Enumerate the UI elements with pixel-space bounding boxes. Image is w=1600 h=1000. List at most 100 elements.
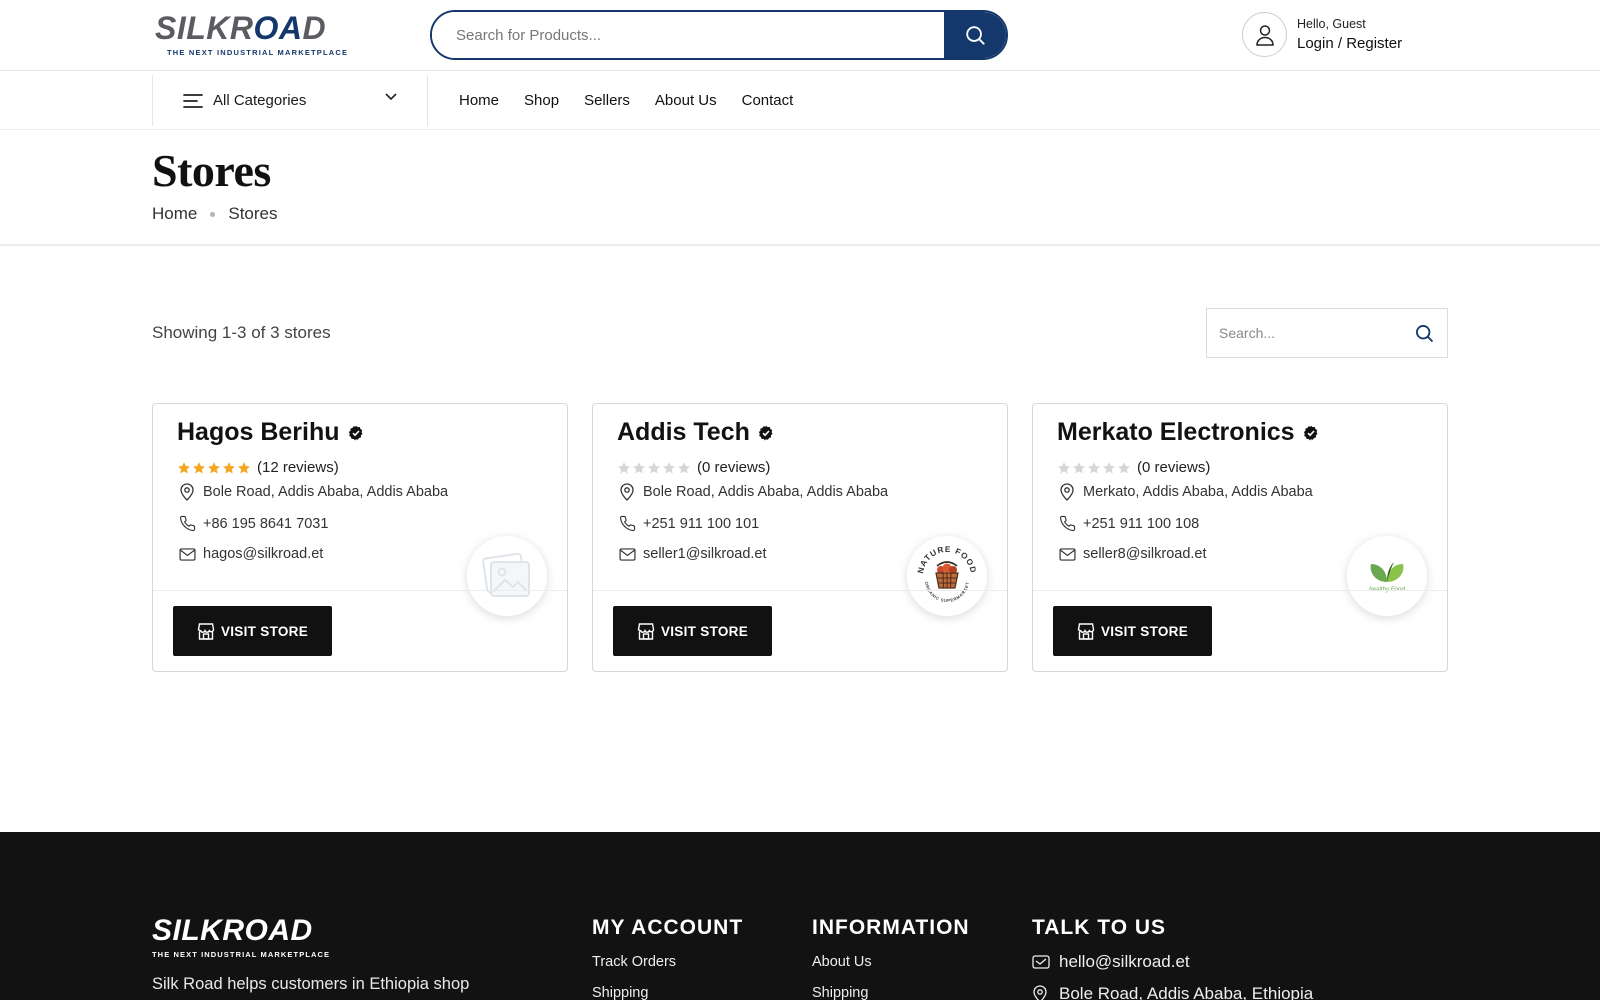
- product-search-button[interactable]: [944, 12, 1006, 58]
- star-filled-icon: [223, 461, 235, 473]
- store-email[interactable]: seller8@silkroad.et: [1083, 546, 1207, 562]
- store-phone-row: +86 195 8641 7031: [177, 515, 328, 532]
- breadcrumb: Home Stores: [152, 204, 278, 224]
- search-icon: [1416, 325, 1433, 342]
- store-rating: (0 reviews): [617, 459, 770, 476]
- all-categories-label: All Categories: [213, 92, 307, 109]
- star-empty-icon: [648, 461, 660, 473]
- phone-icon: [1059, 515, 1075, 532]
- footer-link-shipping-info[interactable]: Shipping: [812, 985, 970, 1000]
- star-filled-icon: [178, 461, 190, 473]
- site-logo[interactable]: SILKROAD THE NEXT INDUSTRIAL MARKETPLACE: [155, 12, 355, 58]
- healthy-food-logo-icon: healthy Food: [1369, 562, 1405, 593]
- product-search-bar: [430, 10, 1008, 60]
- footer-logo[interactable]: SILKROAD THE NEXT INDUSTRIAL MARKETPLACE: [152, 916, 331, 960]
- footer-talk-to-us: TALK TO US hello@silkroad.et Bole Road, …: [1032, 916, 1313, 1000]
- visit-store-label: VISIT STORE: [660, 623, 749, 639]
- card-divider: [153, 590, 567, 591]
- store-phone-row: +251 911 100 108: [1057, 515, 1199, 532]
- review-count[interactable]: (12 reviews): [257, 459, 339, 476]
- breadcrumb-home[interactable]: Home: [152, 204, 197, 224]
- star-rating: [177, 461, 251, 475]
- nav-link-sellers[interactable]: Sellers: [584, 92, 630, 109]
- account-widget[interactable]: Hello, Guest Login / Register: [1242, 12, 1402, 57]
- store-logo[interactable]: NATURE FOOD ORGANIC SUPERMARKET: [907, 536, 987, 616]
- store-logo[interactable]: [467, 536, 547, 616]
- phone-icon: [179, 515, 195, 532]
- all-categories-dropdown[interactable]: All Categories: [152, 75, 428, 126]
- visit-store-button[interactable]: VISIT STORE: [173, 606, 332, 656]
- store-address-row: Bole Road, Addis Ababa, Addis Ababa: [617, 483, 888, 501]
- footer-logo-tagline: THE NEXT INDUSTRIAL MARKETPLACE: [152, 950, 331, 959]
- nature-food-logo-icon: NATURE FOOD ORGANIC SUPERMARKET: [916, 545, 977, 603]
- breadcrumb-current: Stores: [228, 204, 278, 223]
- store-address-row: Merkato, Addis Ababa, Addis Ababa: [1057, 483, 1313, 501]
- location-pin-icon: [1060, 483, 1074, 501]
- store-phone[interactable]: +251 911 100 108: [1083, 516, 1199, 532]
- store-name[interactable]: Addis Tech: [617, 418, 750, 447]
- visit-store-label: VISIT STORE: [1100, 623, 1189, 639]
- nav-link-shop[interactable]: Shop: [524, 92, 559, 109]
- nav-link-home[interactable]: Home: [459, 92, 499, 109]
- logo-wordmark: SILKROAD: [155, 10, 327, 46]
- store-address: Merkato, Addis Ababa, Addis Ababa: [1083, 484, 1313, 500]
- location-pin-icon: [620, 483, 634, 501]
- visit-store-label: VISIT STORE: [220, 623, 309, 639]
- review-count[interactable]: (0 reviews): [1137, 459, 1210, 476]
- store-email-row: hagos@silkroad.et: [177, 546, 323, 562]
- star-empty-icon: [1103, 461, 1115, 473]
- user-avatar[interactable]: [1242, 12, 1287, 57]
- storefront-icon: [197, 622, 215, 640]
- star-filled-icon: [238, 461, 250, 473]
- page-title: Stores: [152, 145, 271, 196]
- star-empty-icon: [618, 461, 630, 473]
- nav-link-contact[interactable]: Contact: [742, 92, 794, 109]
- review-count[interactable]: (0 reviews): [697, 459, 770, 476]
- store-name[interactable]: Merkato Electronics: [1057, 418, 1295, 447]
- store-search-input[interactable]: [1207, 325, 1401, 341]
- menu-lines-icon: [183, 93, 203, 108]
- store-search-button[interactable]: [1401, 323, 1447, 343]
- store-rating: (0 reviews): [1057, 459, 1210, 476]
- main-navbar: All Categories Home Shop Sellers About U…: [0, 71, 1600, 130]
- product-search-input[interactable]: [432, 12, 944, 58]
- breadcrumb-separator: [210, 211, 216, 217]
- star-filled-icon: [193, 461, 205, 473]
- visit-store-button[interactable]: VISIT STORE: [1053, 606, 1212, 656]
- footer-about-text: Silk Road helps customers in Ethiopia sh…: [152, 975, 470, 993]
- store-phone[interactable]: +86 195 8641 7031: [203, 516, 328, 532]
- location-pin-icon: [1033, 985, 1047, 1000]
- store-address: Bole Road, Addis Ababa, Addis Ababa: [643, 484, 889, 500]
- footer-link-track-orders[interactable]: Track Orders: [592, 954, 743, 970]
- store-phone-row: +251 911 100 101: [617, 515, 759, 532]
- store-search-box: [1206, 308, 1448, 358]
- footer-information: INFORMATION About Us Shipping: [812, 916, 970, 1000]
- footer-heading-my-account: MY ACCOUNT: [592, 916, 744, 939]
- results-count: Showing 1-3 of 3 stores: [152, 323, 331, 342]
- storefront-icon: [637, 622, 655, 640]
- visit-store-button[interactable]: VISIT STORE: [613, 606, 772, 656]
- verified-badge-icon: [758, 425, 774, 441]
- store-email[interactable]: seller1@silkroad.et: [643, 546, 767, 562]
- footer-link-shipping[interactable]: Shipping: [592, 985, 743, 1000]
- login-register-link[interactable]: Login / Register: [1297, 35, 1402, 52]
- star-empty-icon: [663, 461, 675, 473]
- footer-link-about-us[interactable]: About Us: [812, 954, 970, 970]
- star-empty-icon: [1058, 461, 1070, 473]
- store-name[interactable]: Hagos Berihu: [177, 418, 340, 447]
- search-icon: [966, 26, 985, 45]
- footer-email[interactable]: hello@silkroad.et: [1059, 952, 1190, 972]
- logo-accent: OA: [253, 10, 303, 46]
- mail-open-icon: [1032, 955, 1050, 969]
- storefront-icon: [1077, 622, 1095, 640]
- store-phone[interactable]: +251 911 100 101: [643, 516, 759, 532]
- store-email[interactable]: hagos@silkroad.et: [203, 546, 323, 562]
- site-footer: SILKROAD THE NEXT INDUSTRIAL MARKETPLACE…: [0, 832, 1600, 1000]
- chevron-down-icon: [385, 93, 397, 101]
- footer-heading-information: INFORMATION: [812, 916, 970, 939]
- star-empty-icon: [633, 461, 645, 473]
- store-logo[interactable]: healthy Food: [1347, 536, 1427, 616]
- page-header: Stores Home Stores: [0, 130, 1600, 246]
- card-divider: [593, 590, 1007, 591]
- nav-link-about-us[interactable]: About Us: [655, 92, 717, 109]
